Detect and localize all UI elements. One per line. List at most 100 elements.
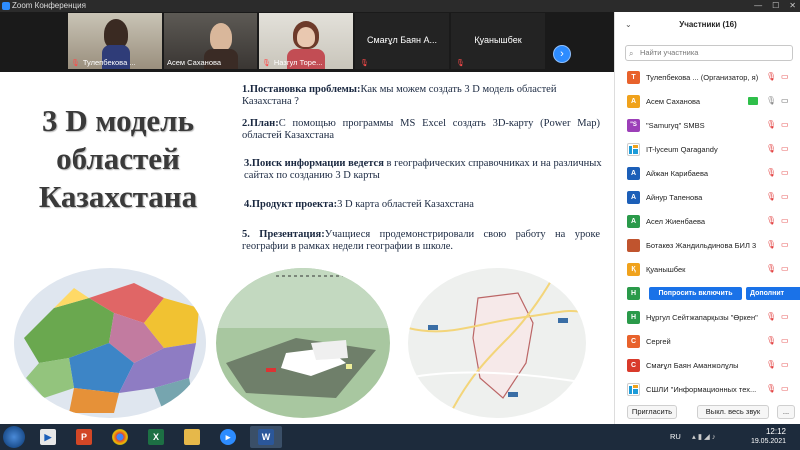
- taskbar-item[interactable]: P: [68, 426, 100, 448]
- zoom-app-icon: [2, 2, 10, 10]
- video-tile[interactable]: Асем Саханова: [164, 13, 257, 69]
- muted-mic-icon[interactable]: 🎙: [766, 240, 776, 249]
- taskbar-item[interactable]: ▶: [32, 426, 64, 448]
- video-off-icon[interactable]: ▭: [781, 360, 789, 369]
- folder-icon: [184, 429, 200, 445]
- video-off-icon[interactable]: ▭: [781, 192, 789, 201]
- powerpoint-icon: P: [76, 429, 92, 445]
- participant-search-input[interactable]: ⌕ Найти участника: [625, 45, 793, 61]
- school-logo-icon: [629, 145, 638, 154]
- video-off-icon[interactable]: ▭: [781, 216, 789, 225]
- taskbar-item[interactable]: W: [250, 426, 282, 448]
- system-tray: RU ▴ ▮ ◢ ♪ 12:12 19.05.2021: [670, 424, 800, 450]
- slide-item: 3.Поиск информации ведется в географичес…: [244, 158, 602, 182]
- participant-name: Айнур Тапенова: [646, 193, 703, 202]
- ask-unmute-button[interactable]: Попросить включить: [649, 287, 742, 300]
- taskbar-item[interactable]: ▸: [212, 426, 244, 448]
- video-off-icon[interactable]: ▭: [781, 384, 789, 393]
- participant-name: Қуанышбек: [646, 265, 686, 274]
- muted-mic-icon[interactable]: 🎙: [766, 144, 776, 153]
- slide-item-label: 4.Продукт проекта:: [244, 199, 338, 210]
- tile-big-name: Смағұл Баян А...: [367, 35, 437, 45]
- video-tile[interactable]: Қуанышбек 🎙: [451, 13, 545, 69]
- video-off-icon[interactable]: ▭: [781, 240, 789, 249]
- video-icon[interactable]: ▭: [781, 96, 789, 105]
- muted-mic-icon[interactable]: 🎙: [766, 360, 776, 369]
- taskbar-item[interactable]: X: [140, 426, 172, 448]
- participant-row[interactable]: Ботакөз Жандильдинова БИЛ 3 🎙 ▭: [615, 234, 800, 258]
- muted-mic-icon: 🎙: [456, 60, 465, 67]
- window-title: Zoom Конференция: [12, 1, 86, 10]
- chevron-right-icon[interactable]: ›: [553, 45, 571, 63]
- muted-mic-icon[interactable]: 🎙: [766, 192, 776, 201]
- participant-row[interactable]: "S "Samuryq" SMBS 🎙 ▭: [615, 114, 800, 138]
- slide-title-line: 3 D модель: [42, 103, 194, 138]
- participant-row[interactable]: С Сергей 🎙 ▭: [615, 330, 800, 354]
- zoom-icon: ▸: [220, 429, 236, 445]
- video-off-icon[interactable]: ▭: [781, 264, 789, 273]
- more-options-button[interactable]: Дополнит: [746, 287, 800, 300]
- participant-row[interactable]: Н Нұргул Сейтжапарқызы "Өркен" 🎙 ▭: [615, 306, 800, 330]
- video-tile[interactable]: 🎙 Назгул Торе...: [259, 13, 353, 69]
- invite-button[interactable]: Пригласить: [627, 405, 677, 419]
- mic-icon[interactable]: 🎙: [766, 96, 776, 105]
- slide-item: 1.Постановка проблемы:Как мы можем созда…: [242, 84, 600, 108]
- start-button[interactable]: [3, 426, 25, 448]
- muted-mic-icon[interactable]: 🎙: [766, 216, 776, 225]
- taskbar-item[interactable]: [176, 426, 208, 448]
- muted-mic-icon[interactable]: 🎙: [766, 336, 776, 345]
- tray-icons[interactable]: ▴ ▮ ◢ ♪: [692, 432, 716, 441]
- participant-row[interactable]: СШЛИ "Информационных тех... 🎙 ▭: [615, 378, 800, 402]
- participant-row[interactable]: А Айнур Тапенова 🎙 ▭: [615, 186, 800, 210]
- muted-mic-icon[interactable]: 🎙: [766, 168, 776, 177]
- participant-row[interactable]: А Асем Саханова 🎙 ▭: [615, 90, 800, 114]
- video-off-icon[interactable]: ▭: [781, 72, 789, 81]
- muted-mic-icon[interactable]: 🎙: [766, 312, 776, 321]
- participants-panel: ⌄ Участники (16) ⌕ Найти участника Т Тул…: [614, 12, 800, 424]
- muted-mic-icon: 🎙: [71, 59, 80, 67]
- muted-mic-icon[interactable]: 🎙: [766, 72, 776, 81]
- tile-big-name: Қуанышбек: [474, 35, 522, 45]
- avatar: [627, 239, 640, 252]
- taskbar: ▶ P X ▸ W RU ▴ ▮ ◢ ♪ 12:12 19.05.2021: [0, 424, 800, 450]
- participant-name: Тулепбекова ... (Организатор, я): [646, 73, 759, 82]
- participant-name: IT-lyceum Qaragandy: [646, 145, 718, 154]
- participant-row[interactable]: Қ Қуанышбек 🎙 ▭: [615, 258, 800, 282]
- video-strip: 🎙 Тулепбекова ... Асем Саханова 🎙 Назгул Т…: [0, 12, 614, 72]
- mute-all-button[interactable]: Выкл. весь звук: [697, 405, 769, 419]
- regions-map-image: [14, 268, 206, 418]
- avatar: А: [627, 95, 640, 108]
- muted-mic-icon[interactable]: 🎙: [766, 120, 776, 129]
- participant-row[interactable]: А Айжан Карибаева 🎙 ▭: [615, 162, 800, 186]
- clock-date: 19.05.2021: [750, 438, 786, 445]
- language-indicator[interactable]: RU: [670, 432, 681, 441]
- participant-name: Асел Жиенбаева: [646, 217, 706, 226]
- slide-item-label: 5. Презентация:: [242, 229, 325, 240]
- participant-row[interactable]: С Смағұл Баян Аманжолұлы 🎙 ▭: [615, 354, 800, 378]
- muted-mic-icon[interactable]: 🎙: [766, 384, 776, 393]
- participant-row[interactable]: IT-lyceum Qaragandy 🎙 ▭: [615, 138, 800, 162]
- avatar: С: [627, 335, 640, 348]
- participant-row[interactable]: Н Попросить включить Дополнит: [615, 282, 800, 306]
- maximize-icon[interactable]: ☐: [772, 0, 779, 12]
- participant-list: Т Тулепбекова ... (Организатор, я) 🎙 ▭ А…: [615, 66, 800, 402]
- video-off-icon[interactable]: ▭: [781, 336, 789, 345]
- video-tile[interactable]: 🎙 Тулепбекова ...: [68, 13, 162, 69]
- minimize-icon[interactable]: —: [754, 0, 762, 12]
- video-tile[interactable]: Смағұл Баян А... 🎙: [355, 13, 449, 69]
- participants-title: Участники (16): [679, 20, 737, 29]
- taskbar-item[interactable]: [104, 426, 136, 448]
- title-bar: Zoom Конференция — ☐ ✕: [0, 0, 800, 12]
- more-button[interactable]: ...: [777, 405, 795, 419]
- video-off-icon[interactable]: ▭: [781, 120, 789, 129]
- video-off-icon[interactable]: ▭: [781, 168, 789, 177]
- zoom-window: Zoom Конференция — ☐ ✕ 🎙 Тулепбекова ... …: [0, 0, 800, 450]
- participant-row[interactable]: Т Тулепбекова ... (Организатор, я) 🎙 ▭: [615, 66, 800, 90]
- muted-mic-icon[interactable]: 🎙: [766, 264, 776, 273]
- video-off-icon[interactable]: ▭: [781, 312, 789, 321]
- participant-row[interactable]: А Асел Жиенбаева 🎙 ▭: [615, 210, 800, 234]
- search-icon: ⌕: [629, 49, 634, 58]
- video-off-icon[interactable]: ▭: [781, 144, 789, 153]
- slide-item-label: 1.Постановка проблемы:: [242, 84, 361, 95]
- close-icon[interactable]: ✕: [789, 0, 796, 12]
